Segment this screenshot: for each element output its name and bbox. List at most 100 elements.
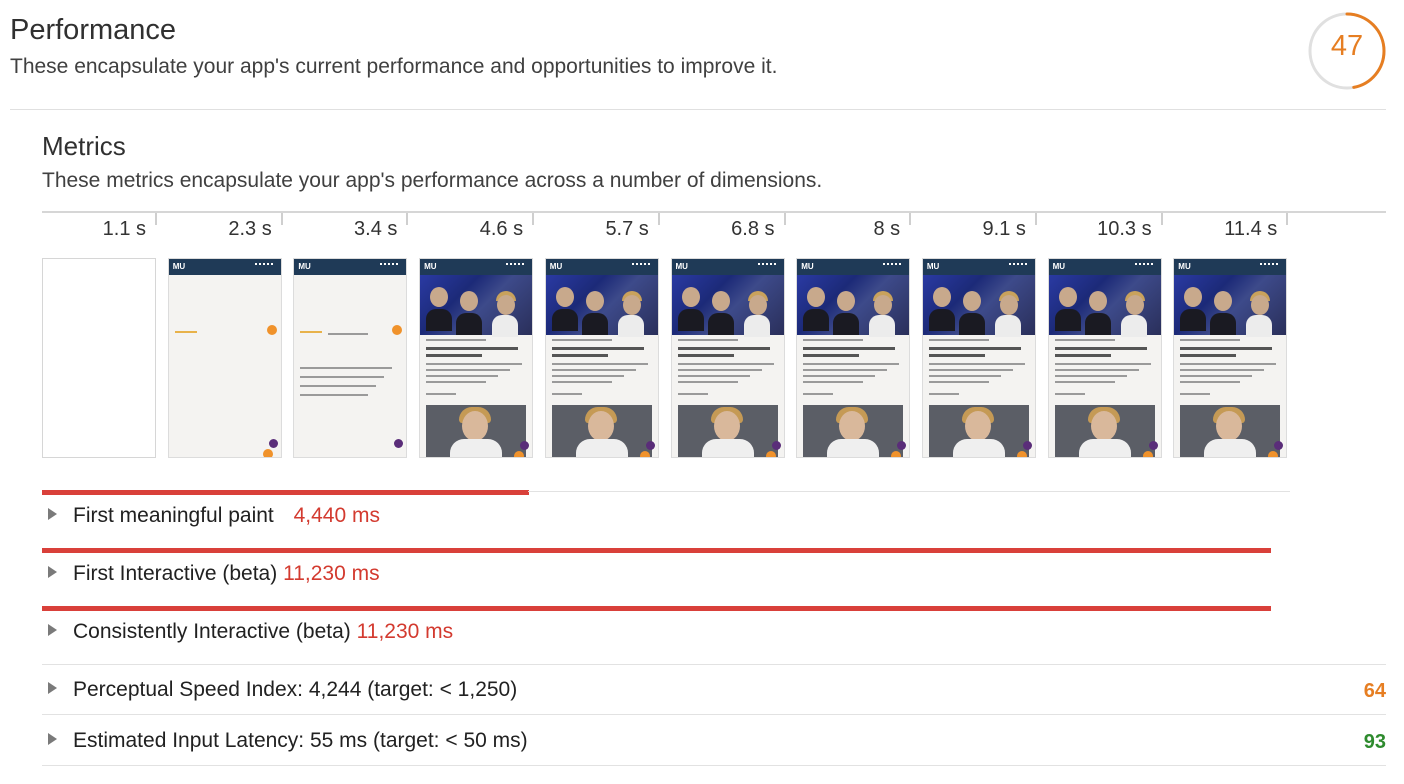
badge-icon [1142,451,1153,457]
frame-nav-icon [883,263,902,269]
timeline-tick [532,213,535,225]
frame-logo: MU [675,262,688,271]
audit-label: Perceptual Speed Index: 4,244 (target: <… [73,678,518,701]
frame-photo [1048,275,1161,337]
frame-logo: MU [298,262,311,271]
metric-value: 4,440 ms [293,504,380,527]
frame-photo [420,275,533,337]
audit-label: Estimated Input Latency: 55 ms (target: … [73,729,528,752]
frame-logo: MU [424,262,437,271]
filmstrip-frame: MU [1173,258,1288,458]
frame-logo: MU [1052,262,1066,271]
frame-photo [1180,405,1281,457]
metric-bar-first-interactive [42,548,1271,553]
frame-photo [671,275,784,337]
frame-logo: MU [926,262,940,271]
badge-icon [891,451,902,457]
frame-photo [797,275,910,337]
badge-icon [262,449,273,457]
frame-logo: MU [549,262,563,271]
triangle-right-icon[interactable] [48,566,57,578]
badge-icon [639,451,650,457]
frame-header: MU [1174,259,1287,275]
frame-nav-icon [631,263,650,269]
frame-header: MU [420,259,533,275]
frame-logo: MU [1178,262,1191,271]
badge-icon [1022,441,1032,450]
frame-header: MU [671,259,784,275]
badge-icon [514,451,525,457]
timeline-tick [657,213,660,225]
timeline-tick [280,213,283,225]
filmstrip-frame: MU [419,258,534,458]
category-title: Performance [10,14,177,46]
frame-timestamp: 9.1 s [982,218,1026,240]
frame-header: MU [545,259,658,275]
frame-photo [803,405,904,457]
badge-icon [520,441,530,450]
frame-photo [426,405,527,457]
badge-icon [771,441,781,450]
timeline-tick [1034,213,1037,225]
frame-header: MU [294,259,407,275]
frame-timestamp: 6.8 s [731,218,775,240]
badge-icon [1016,451,1027,457]
frame-timestamp: 4.6 s [479,218,524,240]
filmstrip-frame: MU [1047,258,1162,458]
row-divider [528,491,1290,492]
metric-label: Consistently Interactive (beta) [73,620,351,643]
frame-photo [928,405,1029,457]
filmstrip-frame: MU [293,258,408,458]
filmstrip-frame: MU [670,258,785,458]
frame-photo [545,275,658,337]
triangle-right-icon[interactable] [48,508,57,520]
triangle-right-icon[interactable] [48,682,57,694]
frame-timestamp: 11.4 s [1224,218,1278,240]
audit-row-speed-index[interactable]: Perceptual Speed Index: 4,244 (target: <… [48,678,517,702]
audit-score-input-latency: 93 [1363,731,1386,753]
frame-nav-icon [1008,263,1027,269]
metric-value: 11,230 ms [283,562,380,585]
header-divider [10,109,1386,110]
frame-timestamp: 10.3 s [1097,218,1152,240]
category-description: These encapsulate your app's current per… [10,55,778,78]
frame-header: MU [922,259,1035,275]
triangle-right-icon[interactable] [48,733,57,745]
metric-row-first-interactive[interactable]: First Interactive (beta) 11,230 ms [48,562,380,586]
filmstrip-frame: MU [167,258,282,458]
frame-nav-icon [380,263,399,269]
filmstrip-frame [42,258,156,458]
metric-row-first-meaningful-paint[interactable]: First meaningful paint 4,440 ms [48,504,380,528]
frame-timestamp: 3.4 s [354,218,398,240]
badge-icon [268,439,278,448]
timeline-tick [783,213,786,225]
row-divider [42,765,1386,766]
frame-nav-icon [1260,263,1279,269]
metrics-title: Metrics [42,131,126,161]
row-divider [42,664,1386,665]
frame-nav-icon [506,263,525,269]
frame-logo: MU [172,262,186,271]
badge-icon [1274,441,1284,450]
frame-photo [551,405,652,457]
triangle-right-icon[interactable] [48,624,57,636]
filmstrip-timeline [42,211,1386,213]
frame-photo [1174,275,1287,337]
badge-icon [394,439,404,448]
frame-timestamp: 2.3 s [228,218,272,240]
timeline-tick [1160,213,1163,225]
metric-label: First meaningful paint [73,504,274,527]
frame-timestamp: 8 s [873,218,901,240]
metric-label: First Interactive (beta) [73,562,278,585]
metric-row-consistently-interactive[interactable]: Consistently Interactive (beta) 11,230 m… [48,620,453,644]
metric-bar-fmp [42,490,529,495]
metric-value: 11,230 ms [356,620,454,643]
metric-bar-consistently-interactive [42,606,1271,611]
frame-nav-icon [757,263,776,269]
frame-timestamp: 1.1 s [102,218,146,240]
badge-icon [765,451,776,457]
frame-header: MU [797,259,910,275]
audit-row-input-latency[interactable]: Estimated Input Latency: 55 ms (target: … [48,729,528,753]
row-divider [42,714,1386,715]
filmstrip-frame: MU [544,258,659,458]
